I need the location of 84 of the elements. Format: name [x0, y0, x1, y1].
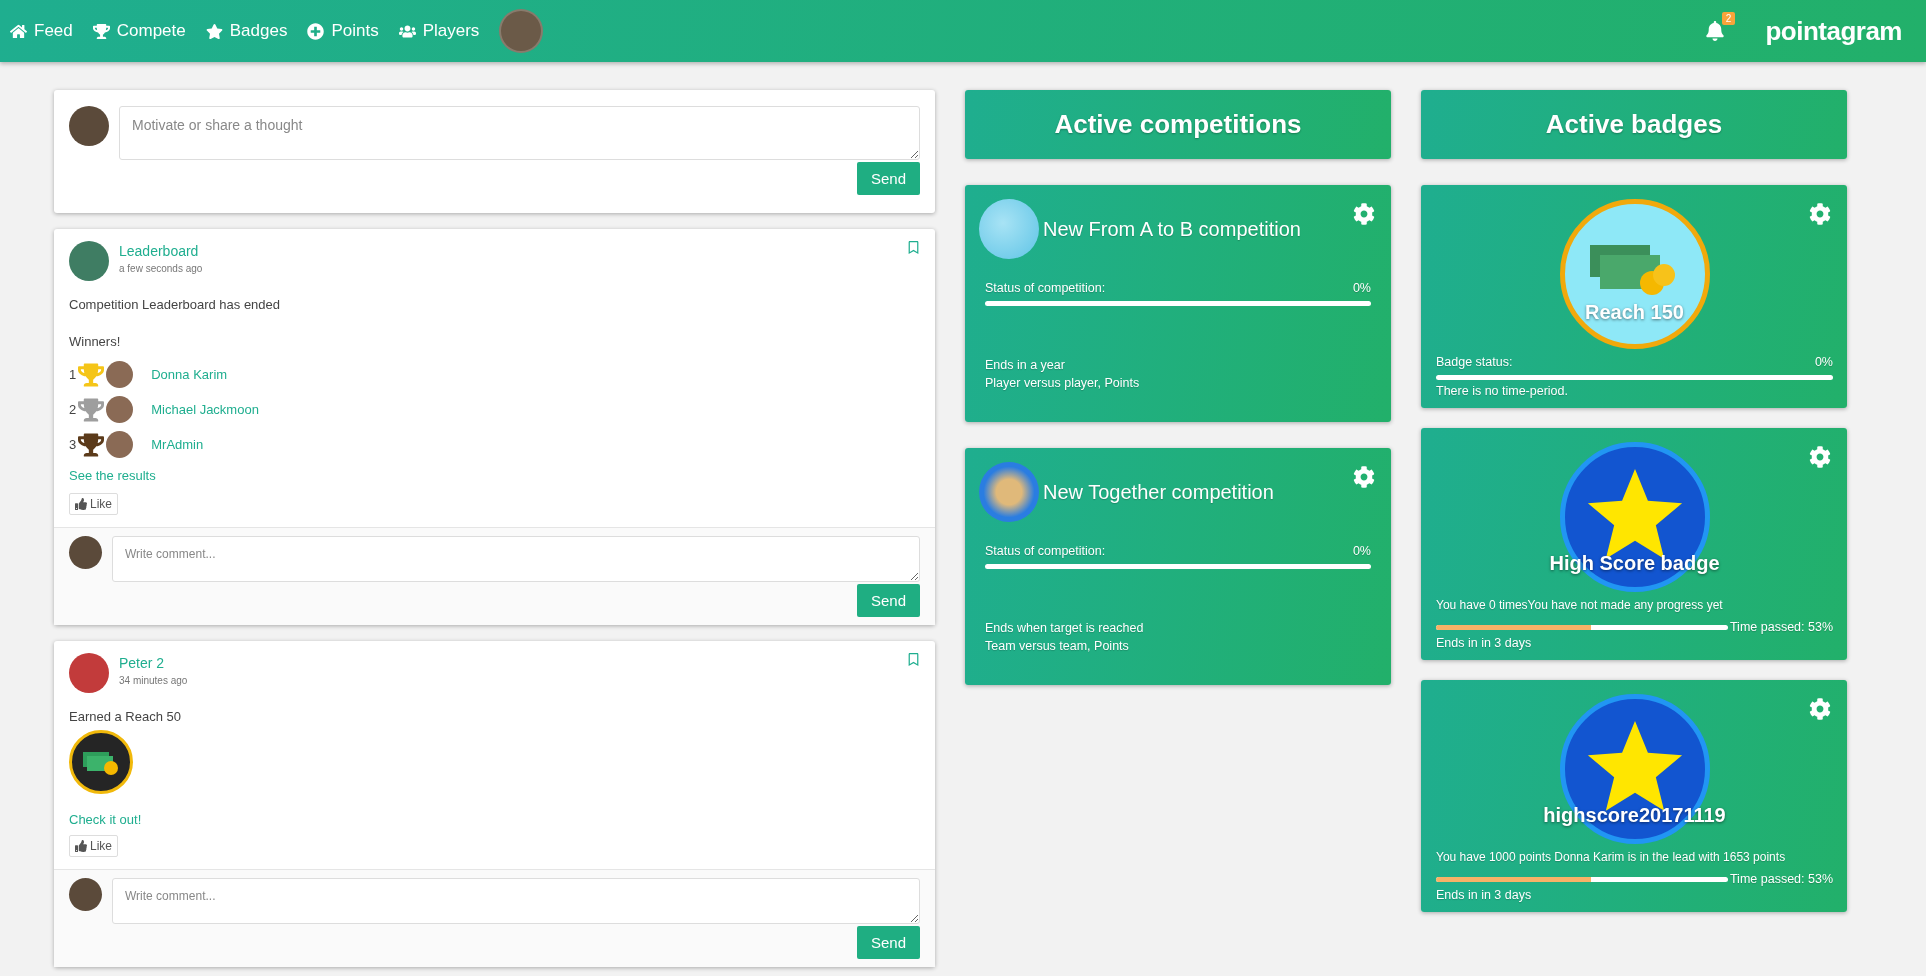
badge-title: Reach 150	[1585, 301, 1684, 324]
post-time: 34 minutes ago	[119, 675, 189, 686]
bell-icon[interactable]	[1705, 21, 1726, 41]
bookmark-icon[interactable]	[907, 653, 920, 666]
status-value: 0%	[1352, 544, 1371, 558]
rank-number: 3	[69, 437, 77, 452]
status-label: Status of competition:	[985, 281, 1106, 295]
home-icon	[10, 22, 27, 40]
avatar	[69, 536, 102, 569]
star-icon	[205, 22, 223, 40]
trophy-icon	[92, 22, 110, 40]
avatar	[69, 653, 109, 693]
avatar	[69, 878, 102, 911]
nav-link[interactable]: Badges	[205, 21, 288, 41]
post-time: a few seconds ago	[119, 263, 204, 274]
status-label: Badge status:	[1436, 355, 1513, 369]
section-header: Active badges	[1421, 90, 1847, 159]
status-value: 0%	[1352, 281, 1371, 295]
type-text: Player versus player, Points	[985, 375, 1141, 392]
settings-icon[interactable]	[1353, 466, 1375, 488]
progress-text: You have 0 timesYou have not made any progress yet	[1436, 597, 1724, 614]
type-text: Team versus team, Points	[985, 638, 1130, 655]
author-link[interactable]: Peter 2	[119, 655, 897, 671]
nav-link[interactable]: Compete	[92, 21, 186, 41]
notification-count: 2	[1721, 12, 1736, 25]
post-text: Competition Leaderboard has ended	[69, 297, 282, 312]
time-passed: Time passed: 53%	[1729, 872, 1833, 886]
winners-label: Winners!	[69, 334, 122, 349]
competition-title: New Together competition	[1043, 480, 1274, 504]
avatar	[106, 431, 134, 458]
send-button[interactable]: Send	[856, 162, 920, 195]
results-link[interactable]: See the results	[69, 468, 920, 483]
status-value: 0%	[1814, 355, 1833, 369]
comment-field[interactable]: Write comment...	[112, 878, 920, 924]
status-label: Status of competition:	[985, 544, 1106, 558]
thumbs-up-icon	[75, 840, 87, 852]
end-text: Ends in in 3 days	[1436, 635, 1533, 652]
time-passed: Time passed: 53%	[1729, 620, 1833, 634]
thumbs-up-icon	[75, 498, 87, 510]
settings-icon[interactable]	[1809, 698, 1831, 720]
avatar	[69, 106, 109, 146]
settings-icon[interactable]	[1809, 446, 1831, 468]
end-text: Ends in a year	[985, 357, 1066, 374]
comment-field[interactable]: Write comment...	[112, 536, 920, 582]
competition-title: New From A to B competition	[1043, 217, 1301, 241]
badge-card[interactable]: Reach 150 Badge status: 0% There is no time-period.	[1421, 185, 1847, 408]
competition-picture	[979, 199, 1039, 259]
bookmark-icon[interactable]	[907, 241, 920, 254]
nav-link[interactable]: Players	[398, 21, 480, 41]
winner-link[interactable]: MrAdmin	[151, 437, 204, 452]
badge-card[interactable]: High Score badge You have 0 timesYou have not made any progress yet Time passed: 53% Ends in in 3 days	[1421, 428, 1847, 660]
author-link[interactable]: Leaderboard	[119, 243, 897, 259]
badge-title: highscore20171119	[1543, 804, 1726, 827]
nav-link[interactable]: Points	[307, 21, 379, 41]
badge-card[interactable]: highscore20171119 You have 1000 points Donna Karim is in the lead with 1653 points Time passed: 53% Ends in in 3 days	[1421, 680, 1847, 912]
settings-icon[interactable]	[1353, 203, 1375, 225]
like-button[interactable]: Like	[69, 493, 118, 515]
progress-text: You have 1000 points Donna Karim is in the lead with 1653 points	[1436, 849, 1787, 866]
send-button[interactable]: Send	[856, 584, 920, 617]
avatar	[106, 396, 134, 423]
period-text: There is no time-period.	[1436, 383, 1569, 400]
competition-card[interactable]: New From A to B competition Status of competition: 0% Ends in a year Player versus player, Points	[965, 185, 1391, 422]
competition-picture	[979, 462, 1039, 522]
end-text: Ends in in 3 days	[1436, 887, 1533, 904]
profile-avatar[interactable]	[499, 9, 544, 53]
winner-link[interactable]: Michael Jackmoon	[151, 402, 259, 417]
badge-medal[interactable]	[69, 730, 133, 794]
badge-title: High Score badge	[1549, 552, 1720, 575]
check-link[interactable]: Check it out!	[69, 812, 920, 827]
brand-logo[interactable]: pointagram	[1765, 15, 1902, 47]
avatar	[106, 361, 134, 388]
like-button[interactable]: Like	[69, 835, 118, 857]
settings-icon[interactable]	[1809, 203, 1831, 225]
avatar	[69, 241, 109, 281]
nav-link[interactable]: Feed	[10, 21, 73, 41]
end-text: Ends when target is reached	[985, 620, 1145, 637]
rank-number: 1	[69, 367, 77, 382]
section-header: Active competitions	[965, 90, 1391, 159]
rank-number: 2	[69, 402, 77, 417]
winner-link[interactable]: Donna Karim	[151, 367, 228, 382]
post-text: Earned a Reach 50	[69, 709, 183, 724]
competition-card[interactable]: New Together competition Status of competition: 0% Ends when target is reached Team versus team, Points	[965, 448, 1391, 685]
send-button[interactable]: Send	[856, 926, 920, 959]
post-input-field[interactable]: Motivate or share a thought	[119, 106, 920, 160]
